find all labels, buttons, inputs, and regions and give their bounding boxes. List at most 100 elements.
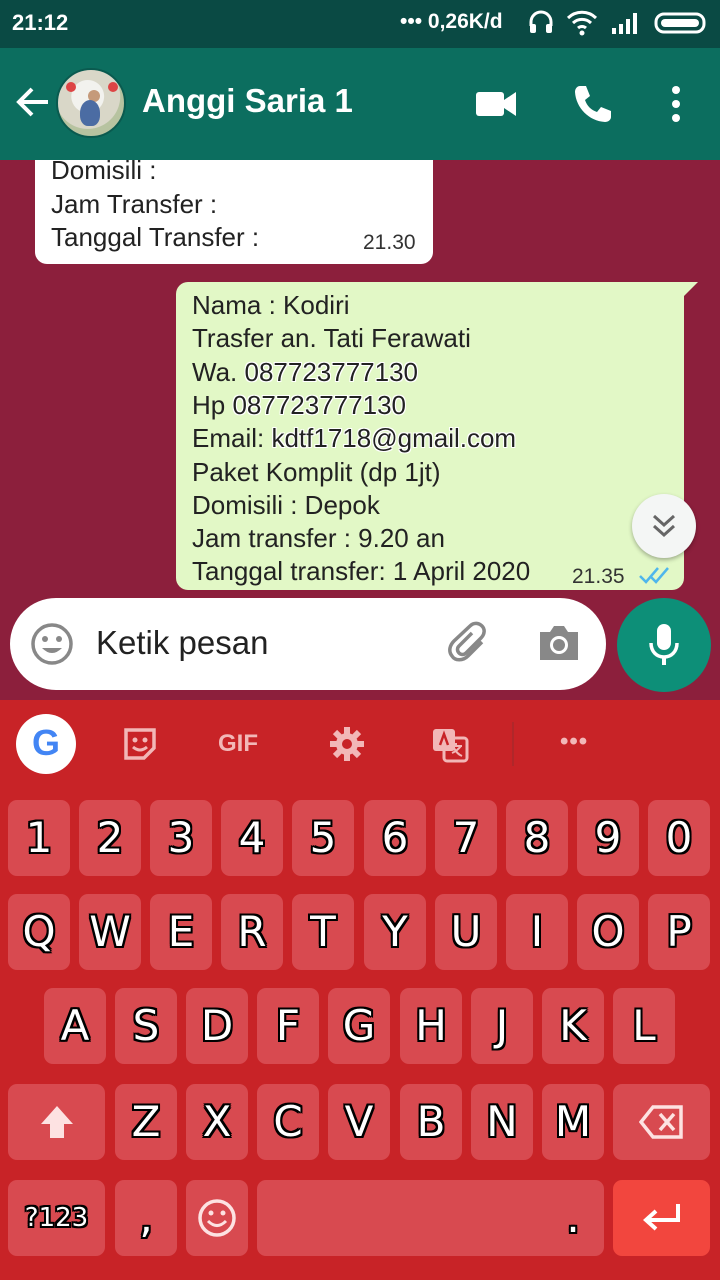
network-speed: ••• 0,26K/d (400, 10, 503, 33)
key-2[interactable]: 2 (79, 800, 141, 876)
message-line: Paket Komplit (dp 1jt) (192, 457, 441, 487)
symbols-key[interactable]: ?123 (8, 1180, 105, 1256)
phone-link[interactable]: 087723777130 (244, 357, 418, 387)
status-bar: 21:12 ••• 0,26K/d (0, 0, 720, 48)
comma-key[interactable]: , (115, 1180, 177, 1256)
microphone-icon (649, 624, 679, 665)
key-p[interactable]: P (648, 894, 710, 970)
key-b[interactable]: B (400, 1084, 462, 1160)
toolbar-divider (512, 722, 514, 766)
headset-icon (529, 10, 553, 33)
outgoing-message[interactable]: Nama : Kodiri Trasfer an. Tati Ferawati … (176, 282, 698, 590)
key-c[interactable]: C (257, 1084, 319, 1160)
contact-avatar[interactable] (56, 68, 126, 138)
message-line: Trasfer an. Tati Ferawati (192, 323, 471, 353)
emoji-icon[interactable] (30, 622, 74, 666)
more-tools-button[interactable]: ••• (560, 728, 588, 756)
key-g[interactable]: G (328, 988, 390, 1064)
emoji-key[interactable] (186, 1180, 248, 1256)
backspace-icon (638, 1105, 683, 1139)
wifi-icon (566, 10, 598, 36)
battery-icon (654, 12, 706, 34)
message-line: Wa. 087723777130 (192, 357, 419, 387)
key-s[interactable]: S (115, 988, 177, 1064)
key-4[interactable]: 4 (221, 800, 283, 876)
phone-link[interactable]: 087723777130 (232, 390, 406, 420)
chat-header: Anggi Saria 1 (0, 48, 720, 160)
period-key[interactable]: . (542, 1180, 604, 1256)
gif-button[interactable]: GIF (218, 730, 258, 758)
key-m[interactable]: M (542, 1084, 604, 1160)
sticker-icon[interactable] (122, 726, 158, 762)
message-line: Domisili : (51, 160, 157, 185)
shift-arrow-icon (40, 1106, 73, 1138)
key-3[interactable]: 3 (150, 800, 212, 876)
key-7[interactable]: 7 (435, 800, 497, 876)
enter-key[interactable] (613, 1180, 710, 1256)
key-e[interactable]: E (150, 894, 212, 970)
key-x[interactable]: X (186, 1084, 248, 1160)
key-0[interactable]: 0 (648, 800, 710, 876)
back-arrow-icon[interactable] (12, 82, 52, 122)
double-chevron-down-icon (652, 514, 676, 538)
key-w[interactable]: W (79, 894, 141, 970)
key-8[interactable]: 8 (506, 800, 568, 876)
message-line: Jam transfer : 9.20 an (192, 523, 445, 553)
google-logo-icon: G (31, 722, 60, 763)
message-line: Nama : Kodiri (192, 290, 350, 320)
message-line: Tanggal transfer: 1 April 2020 (192, 556, 531, 586)
key-6[interactable]: 6 (364, 800, 426, 876)
keyboard: G GIF ••• 1 2 3 4 5 6 7 8 9 0 Q W E R T … (0, 700, 720, 1280)
more-options-icon[interactable] (652, 80, 700, 128)
message-input[interactable]: Ketik pesan (10, 598, 606, 690)
enter-arrow-icon (642, 1204, 680, 1231)
key-1[interactable]: 1 (8, 800, 70, 876)
keyboard-toolbar: G GIF ••• (0, 700, 720, 788)
message-placeholder: Ketik pesan (96, 624, 269, 661)
message-line: Jam Transfer : (51, 189, 218, 219)
key-y[interactable]: Y (364, 894, 426, 970)
key-z[interactable]: Z (115, 1084, 177, 1160)
signal-icon (612, 13, 637, 34)
key-i[interactable]: I (506, 894, 568, 970)
settings-gear-icon[interactable] (328, 725, 366, 763)
message-time: 21.35 (572, 565, 625, 588)
scroll-to-bottom-button[interactable] (632, 494, 696, 558)
key-j[interactable]: J (471, 988, 533, 1064)
google-search-button[interactable]: G (16, 714, 76, 774)
key-v[interactable]: V (328, 1084, 390, 1160)
key-f[interactable]: F (257, 988, 319, 1064)
message-time: 21.30 (363, 231, 416, 254)
key-l[interactable]: L (613, 988, 675, 1064)
camera-icon[interactable] (536, 622, 582, 664)
contact-name[interactable]: Anggi Saria 1 (142, 82, 353, 120)
video-call-icon[interactable] (472, 80, 520, 128)
message-line: Tanggal Transfer : (51, 222, 260, 252)
message-line: Domisili : Depok (192, 490, 380, 520)
key-k[interactable]: K (542, 988, 604, 1064)
translate-icon[interactable] (430, 726, 470, 764)
shift-key[interactable] (8, 1084, 105, 1160)
key-r[interactable]: R (221, 894, 283, 970)
backspace-key[interactable] (613, 1084, 710, 1160)
attach-icon[interactable] (446, 620, 496, 670)
double-check-read-icon (639, 567, 669, 584)
key-n[interactable]: N (471, 1084, 533, 1160)
key-q[interactable]: Q (8, 894, 70, 970)
key-t[interactable]: T (292, 894, 354, 970)
key-d[interactable]: D (186, 988, 248, 1064)
key-a[interactable]: A (44, 988, 106, 1064)
message-line: Hp 087723777130 (192, 390, 406, 420)
key-9[interactable]: 9 (577, 800, 639, 876)
status-time: 21:12 (12, 10, 69, 35)
key-o[interactable]: O (577, 894, 639, 970)
key-h[interactable]: H (400, 988, 462, 1064)
voice-call-icon[interactable] (568, 80, 616, 128)
key-u[interactable]: U (435, 894, 497, 970)
message-line: Email: kdtf1718@gmail.com (192, 423, 517, 453)
smiley-icon (198, 1199, 236, 1237)
key-5[interactable]: 5 (292, 800, 354, 876)
email-link[interactable]: kdtf1718@gmail.com (271, 423, 516, 453)
voice-message-button[interactable] (617, 598, 711, 692)
incoming-message[interactable]: Domisili : Jam Transfer : Tanggal Transf… (35, 160, 433, 264)
